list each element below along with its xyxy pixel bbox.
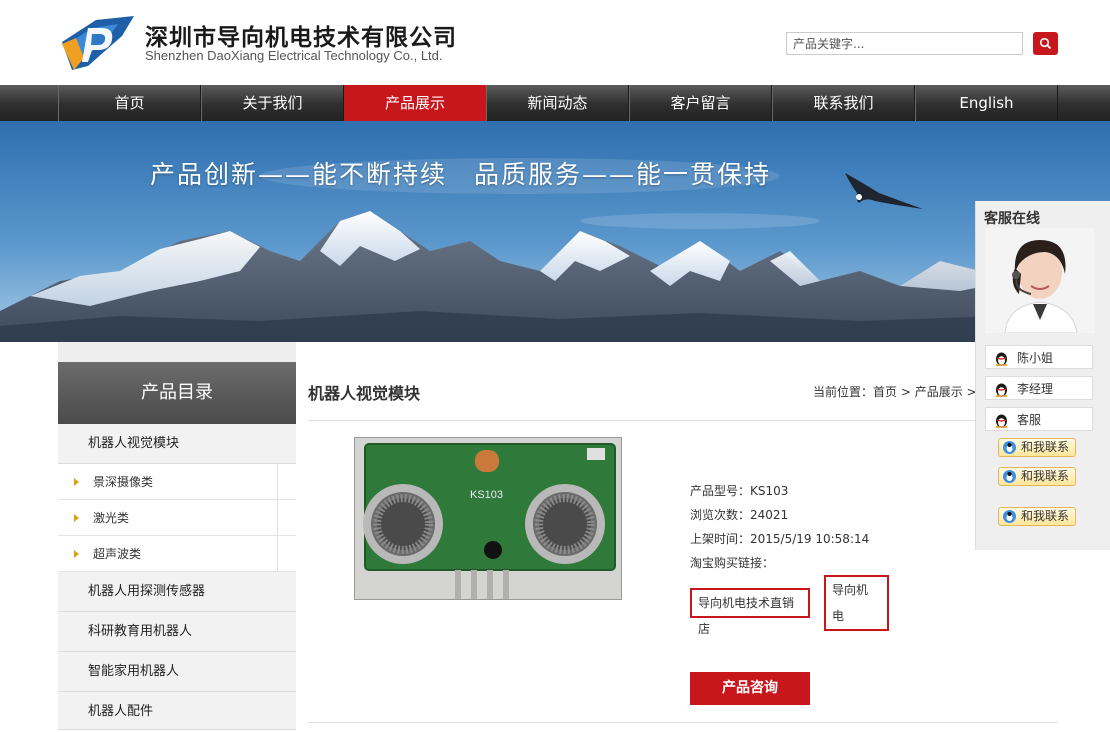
divider: [277, 464, 278, 500]
divider: [308, 722, 1058, 723]
contact-me-label: 和我联系: [1021, 440, 1070, 454]
sidebar-top-strip: [58, 342, 296, 362]
nav-item-about[interactable]: 关于我们: [201, 85, 344, 121]
qq-chat-icon: [1003, 441, 1016, 454]
cs-agent-chen[interactable]: 陈小姐: [985, 345, 1093, 369]
sidebar-subcategory-ultrasonic[interactable]: 超声波类: [58, 536, 296, 572]
arrow-right-icon: [74, 478, 79, 486]
search-button[interactable]: [1033, 32, 1058, 55]
sidebar-category-home-robots[interactable]: 智能家用机器人: [58, 652, 296, 692]
sidebar-title: 产品目录: [58, 362, 296, 424]
customer-service-title: 客服在线: [984, 211, 1040, 227]
shop-link-line-1: 导向机: [832, 583, 869, 597]
product-views: 浏览次数：24021: [690, 506, 788, 523]
company-name-en: Shenzhen DaoXiang Electrical Technology …: [145, 48, 443, 63]
product-model-value: KS103: [750, 484, 789, 498]
hero-banner: 产品创新——能不断持续 品质服务——能一贯保持: [0, 121, 1110, 342]
arrow-right-icon: [74, 514, 79, 522]
sidebar-category-education[interactable]: 科研教育用机器人: [58, 612, 296, 652]
search-input[interactable]: [786, 32, 1023, 55]
company-name-cn: 深圳市导向机电技术有限公司: [145, 25, 457, 51]
nav-item-products[interactable]: 产品展示: [344, 85, 486, 121]
breadcrumb-prefix: 当前位置：: [813, 385, 874, 399]
company-logo-icon: [62, 16, 134, 70]
product-views-label: 浏览次数：: [690, 508, 751, 522]
shop-link-direct-store[interactable]: 导向机电技术直销店: [690, 588, 810, 636]
shop-link-line-2: 电: [832, 609, 845, 623]
qq-chat-icon: [1003, 510, 1016, 523]
product-model-label: 产品型号：: [690, 484, 751, 498]
taobao-label: 淘宝购买链接：: [690, 556, 775, 570]
main-nav: 首页 关于我们 产品展示 新闻动态 客户留言 联系我们 English: [0, 85, 1110, 121]
site-header: 深圳市导向机电技术有限公司 Shenzhen DaoXiang Electric…: [0, 0, 1110, 85]
nav-item-home[interactable]: 首页: [58, 85, 201, 121]
divider: [308, 420, 1058, 421]
breadcrumb-products-link[interactable]: 产品展示: [915, 385, 963, 399]
product-consult-button[interactable]: 产品咨询: [690, 672, 810, 705]
nav-item-news[interactable]: 新闻动态: [486, 85, 629, 121]
product-model: 产品型号：KS103: [690, 482, 788, 499]
cs-agent-service[interactable]: 客服: [985, 407, 1093, 431]
customer-service-avatar: [985, 228, 1095, 333]
cs-agent-name: 李经理: [1017, 382, 1054, 396]
product-image[interactable]: KS103: [354, 437, 622, 600]
search-icon: [1039, 37, 1052, 50]
breadcrumb-separator: >: [897, 385, 915, 399]
contact-me-button[interactable]: 和我联系: [998, 438, 1076, 457]
breadcrumb: 当前位置：首页 > 产品展示 >: [813, 383, 977, 400]
divider: [277, 536, 278, 572]
divider: [277, 500, 278, 536]
contact-me-button[interactable]: 和我联系: [998, 507, 1076, 526]
board-label: KS103: [470, 489, 503, 501]
contact-me-label: 和我联系: [1021, 509, 1070, 523]
sidebar-subcategory-depth-camera[interactable]: 景深摄像类: [58, 464, 296, 500]
sidebar-subcategory-laser[interactable]: 激光类: [58, 500, 296, 536]
arrow-right-icon: [74, 550, 79, 558]
sidebar-subcategory-label: 激光类: [93, 511, 130, 525]
sidebar-subcategory-label: 景深摄像类: [93, 475, 154, 489]
cs-agent-li[interactable]: 李经理: [985, 376, 1093, 400]
product-views-value: 24021: [750, 508, 789, 522]
nav-item-messages[interactable]: 客户留言: [629, 85, 772, 121]
qq-penguin-icon: [995, 414, 1008, 428]
sidebar-category-sensors[interactable]: 机器人用探测传感器: [58, 572, 296, 612]
banner-slogan: 产品创新——能不断持续 品质服务——能一贯保持: [150, 160, 772, 189]
qq-penguin-icon: [995, 352, 1008, 366]
qq-chat-icon: [1003, 470, 1016, 483]
ultrasonic-sensor-image: KS103: [355, 438, 621, 599]
nav-item-english[interactable]: English: [915, 85, 1058, 121]
sidebar-category-accessories[interactable]: 机器人配件: [58, 692, 296, 730]
breadcrumb-home-link[interactable]: 首页: [873, 385, 897, 399]
cs-agent-name: 陈小姐: [1017, 351, 1054, 365]
sidebar-category-vision[interactable]: 机器人视觉模块: [58, 424, 296, 464]
product-date-label: 上架时间：: [690, 532, 751, 546]
page-title: 机器人视觉模块: [308, 384, 421, 403]
nav-item-contact[interactable]: 联系我们: [772, 85, 915, 121]
sidebar-subcategory-label: 超声波类: [93, 547, 142, 561]
qq-penguin-icon: [995, 383, 1008, 397]
contact-me-label: 和我联系: [1021, 469, 1070, 483]
shop-link-daoxiang[interactable]: 导向机 电: [824, 575, 889, 631]
agent-photo-image: [985, 228, 1095, 333]
product-date: 上架时间：2015/5/19 10:58:14: [690, 530, 869, 547]
contact-me-button[interactable]: 和我联系: [998, 467, 1076, 486]
product-date-value: 2015/5/19 10:58:14: [750, 532, 870, 546]
cs-agent-name: 客服: [1017, 413, 1042, 427]
